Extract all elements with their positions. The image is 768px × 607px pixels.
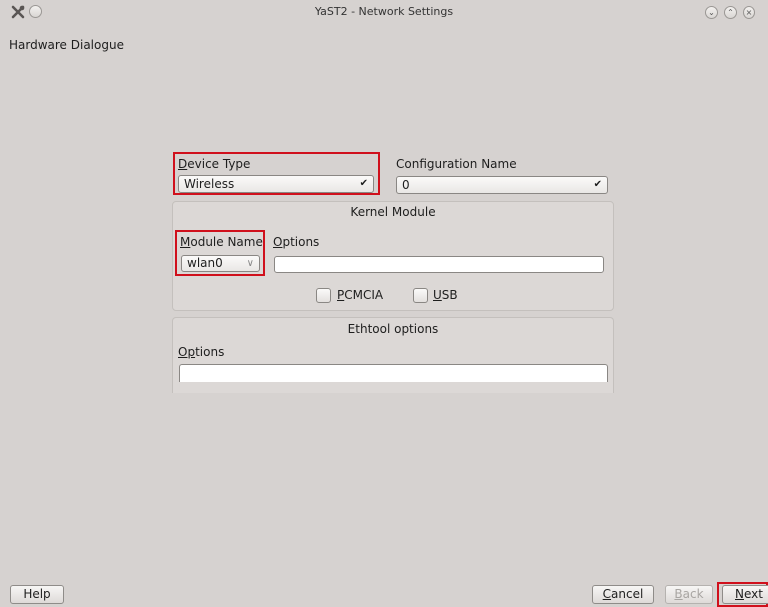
kernel-module-title: Kernel Module bbox=[350, 205, 436, 219]
close-icon[interactable]: × bbox=[743, 6, 755, 19]
module-options-label: Options bbox=[273, 235, 320, 249]
usb-label: USB bbox=[433, 288, 458, 302]
next-button[interactable]: Next bbox=[722, 585, 768, 604]
cancel-button[interactable]: Cancel bbox=[592, 585, 654, 604]
module-options-input[interactable] bbox=[274, 256, 604, 273]
pcmcia-checkbox[interactable] bbox=[316, 288, 331, 303]
chevron-down-icon: ✔ bbox=[359, 178, 368, 189]
page-heading: Hardware Dialogue bbox=[9, 38, 124, 52]
ethtool-options-label: Options bbox=[178, 345, 225, 359]
maximize-icon[interactable]: ⌃ bbox=[724, 6, 737, 19]
chevron-down-icon: ✔ bbox=[593, 179, 602, 190]
help-button[interactable]: Help bbox=[10, 585, 64, 604]
configuration-name-value: 0 bbox=[402, 178, 410, 192]
device-type-value: Wireless bbox=[184, 177, 235, 191]
configuration-name-select[interactable]: 0 ✔ bbox=[396, 176, 608, 194]
back-button[interactable]: Back bbox=[665, 585, 713, 604]
window-title: YaST2 - Network Settings bbox=[314, 5, 454, 18]
device-type-select[interactable]: Wireless ✔ bbox=[178, 175, 374, 193]
minimize-icon[interactable]: ⌄ bbox=[705, 6, 718, 19]
module-name-label: Module Name bbox=[180, 235, 263, 249]
ethtool-options-input[interactable] bbox=[179, 364, 608, 382]
usb-checkbox[interactable] bbox=[413, 288, 428, 303]
module-name-value: wlan0 bbox=[187, 256, 223, 270]
pcmcia-label: PCMCIA bbox=[337, 288, 384, 302]
device-type-label: Device Type bbox=[178, 157, 251, 171]
module-name-select[interactable]: wlan0 ∨ bbox=[181, 255, 260, 272]
chevron-down-icon: ∨ bbox=[246, 258, 254, 269]
ethtool-options-title: Ethtool options bbox=[347, 322, 439, 336]
configuration-name-label: Configuration Name bbox=[396, 157, 517, 171]
